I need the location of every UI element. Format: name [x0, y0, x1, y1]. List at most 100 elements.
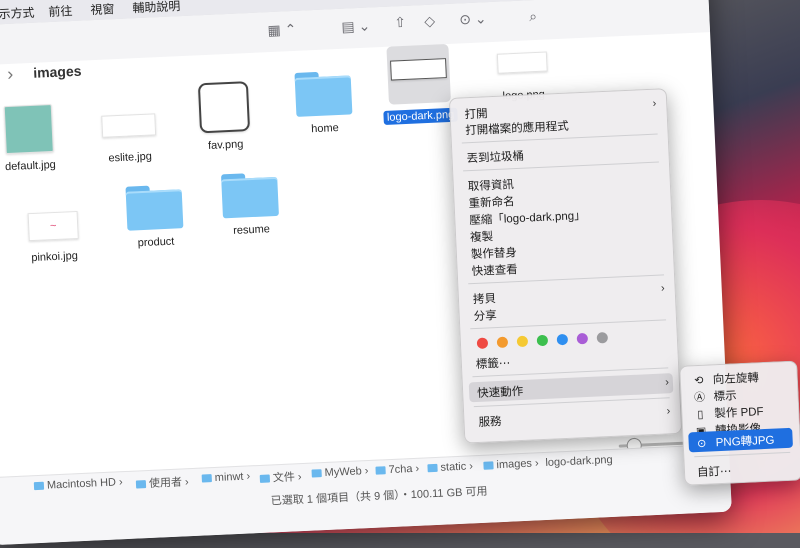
tag-color-yellow[interactable]: [516, 335, 529, 348]
submenu-label: 製作 PDF: [714, 406, 764, 421]
more-circle-icon: ⊙: [696, 437, 707, 451]
menu-item-trash[interactable]: 丟到垃圾桶: [466, 148, 524, 167]
path-crumb[interactable]: MyWeb ›: [311, 465, 369, 480]
folder-icon: [135, 480, 147, 489]
quick-actions-submenu: ⟲向左旋轉 Ⓐ標示 ▯製作 PDF ▣轉換影像 ⊙PNG轉JPG 自訂⋯: [679, 360, 800, 486]
group-icon[interactable]: ▤ ⌄: [341, 17, 371, 35]
file-label: home: [311, 122, 340, 136]
status-text: 已選取 1 個項目（共 9 個）・100.11 GB 可用: [270, 485, 488, 508]
file-label: resume: [232, 223, 271, 237]
tag-color-blue[interactable]: [556, 333, 569, 346]
file-item[interactable]: fav.png: [168, 80, 281, 156]
submenu-create-pdf[interactable]: ▯ 製作 PDF: [694, 403, 764, 422]
chevron-right-icon: ›: [664, 376, 670, 389]
path-crumb-label: Macintosh HD: [46, 476, 117, 492]
grid-view-icon[interactable]: ▦ ⌃: [267, 21, 297, 39]
folder-icon: [125, 184, 183, 230]
image-thumbnail: ~: [27, 210, 79, 242]
image-thumbnail: [390, 58, 447, 81]
path-crumb-label: MyWeb: [324, 465, 362, 480]
menu-view[interactable]: 顯示方式: [0, 4, 35, 23]
tag-color-green[interactable]: [536, 334, 549, 347]
folder-icon: [294, 70, 352, 116]
path-crumb-label: static: [440, 460, 467, 474]
folder-icon: [375, 466, 386, 475]
menu-item-get-info[interactable]: 取得資訊: [467, 176, 514, 194]
menu-help[interactable]: 輔助說明: [132, 0, 181, 16]
file-label: fav.png: [207, 138, 244, 152]
path-crumb[interactable]: logo-dark.png: [545, 454, 613, 469]
folder-icon: [201, 474, 212, 483]
menu-item-rename[interactable]: 重新命名: [468, 193, 515, 211]
document-icon: ▯: [697, 408, 704, 422]
chevron-right-icon: ›: [666, 405, 671, 418]
disk-icon: [33, 481, 45, 491]
tag-color-purple[interactable]: [576, 332, 589, 345]
folder-icon: [221, 172, 279, 218]
path-crumb-label: logo-dark.png: [545, 453, 613, 469]
path-crumb-label: 7cha: [388, 463, 413, 477]
file-label: pinkoi.jpg: [31, 249, 79, 265]
path-crumb-label: minwt: [214, 470, 244, 484]
file-label: default.jpg: [4, 158, 57, 174]
chevron-right-icon: ›: [660, 282, 665, 295]
folder-title: images: [32, 62, 82, 81]
submenu-label: PNG轉JPG: [715, 434, 775, 450]
menu-item-tags[interactable]: 標籤⋯: [476, 354, 511, 372]
image-thumbnail: [197, 81, 251, 134]
menu-item-quick-actions[interactable]: 快速動作: [477, 383, 524, 401]
context-menu: 打開 › 打開檔案的應用程式 丟到垃圾桶 取得資訊 重新命名 壓縮「logo-d…: [448, 88, 683, 444]
menu-item-quick-look[interactable]: 快速查看: [471, 261, 518, 279]
menu-go[interactable]: 前往: [48, 2, 73, 20]
path-crumb[interactable]: 7cha ›: [375, 463, 419, 477]
back-chevron-icon[interactable]: ›: [7, 64, 14, 85]
folder-icon: [427, 463, 438, 473]
path-crumb-label: 使用者: [148, 476, 183, 490]
folder-item[interactable]: resume: [194, 171, 307, 241]
image-thumbnail: [101, 113, 157, 138]
menu-item-copy[interactable]: 拷貝: [473, 290, 497, 307]
path-crumb[interactable]: images ›: [483, 457, 539, 471]
submenu-label: 向左旋轉: [712, 372, 760, 387]
path-crumb[interactable]: minwt ›: [201, 470, 250, 484]
submenu-markup[interactable]: Ⓐ 標示: [693, 387, 737, 405]
file-label-selected: logo-dark.png: [383, 107, 458, 125]
path-crumb-label: images: [496, 457, 533, 472]
menu-item-open-with[interactable]: 打開檔案的應用程式: [465, 118, 569, 139]
tag-color-red[interactable]: [476, 337, 489, 349]
tag-color-orange[interactable]: [496, 336, 509, 349]
folder-icon: [483, 461, 494, 470]
chevron-right-icon: ›: [652, 97, 657, 110]
search-icon[interactable]: ⌕: [529, 8, 538, 25]
tilted-scene: 顯示方式 前往 視窗 輔助說明 ▦ ⌃ ▤ ⌄ ⇧ ◇ ⊙ ⌄ ⌕ › imag…: [0, 0, 800, 547]
folder-icon: [311, 469, 322, 478]
rotate-left-icon: ⟲: [693, 374, 704, 388]
menu-separator: [694, 451, 791, 458]
markup-icon: Ⓐ: [693, 391, 706, 405]
submenu-customize[interactable]: 自訂⋯: [697, 463, 732, 481]
menu-item-services[interactable]: 服務: [478, 413, 502, 430]
file-label: product: [137, 235, 175, 250]
menu-item-make-alias[interactable]: 製作替身: [471, 244, 518, 262]
file-label: eslite.jpg: [108, 150, 153, 165]
tag-icon[interactable]: ◇: [424, 13, 436, 30]
file-item[interactable]: ~ pinkoi.jpg: [0, 202, 110, 268]
selection-highlight: [386, 43, 451, 105]
menu-item-duplicate[interactable]: 複製: [470, 228, 494, 245]
menu-window[interactable]: 視窗: [90, 0, 115, 18]
folder-icon: [259, 474, 271, 484]
path-crumb[interactable]: Macintosh HD ›: [33, 476, 123, 492]
submenu-label: 標示: [713, 390, 737, 404]
menu-item-share[interactable]: 分享: [473, 307, 497, 324]
share-icon[interactable]: ⇧: [394, 14, 406, 32]
submenu-rotate-left[interactable]: ⟲ 向左旋轉: [692, 369, 759, 388]
menu-item-open[interactable]: 打開: [464, 105, 488, 122]
tag-color-gray[interactable]: [596, 332, 609, 344]
path-crumb[interactable]: static ›: [427, 460, 473, 474]
path-crumb[interactable]: 文件 ›: [259, 468, 302, 486]
path-crumb-label: 文件: [272, 471, 296, 485]
menu-separator: [470, 319, 667, 330]
path-crumb[interactable]: 使用者 ›: [135, 473, 189, 491]
image-thumbnail: [496, 51, 548, 74]
more-icon[interactable]: ⊙ ⌄: [459, 10, 487, 28]
